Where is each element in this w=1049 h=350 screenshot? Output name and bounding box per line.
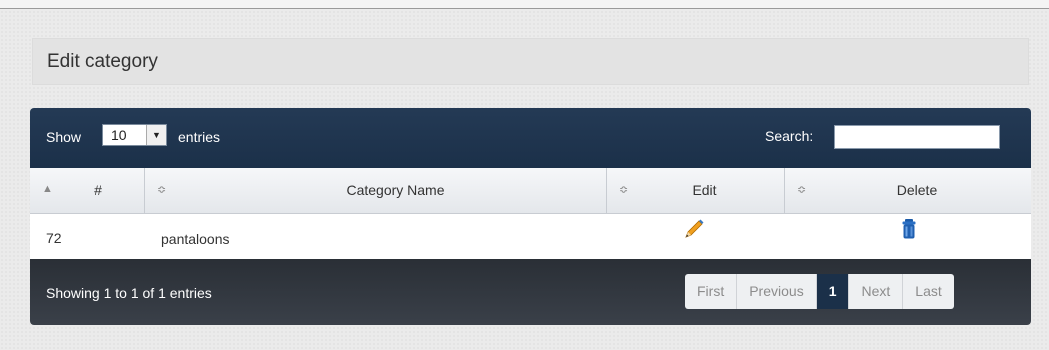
table-row: 72 pantaloons	[30, 214, 1031, 259]
entries-per-page-select[interactable]: 10 ▼	[102, 124, 167, 146]
page-header: Edit category	[32, 38, 1029, 85]
table-footer: Showing 1 to 1 of 1 entries First Previo…	[30, 259, 1031, 325]
last-page-button[interactable]: Last	[903, 274, 954, 309]
pagination: First Previous 1 Next Last	[685, 274, 954, 309]
show-label: Show	[46, 129, 82, 145]
column-header-edit-label: Edit	[692, 182, 717, 198]
column-header-id[interactable]: ▲ #	[30, 168, 145, 214]
first-page-button[interactable]: First	[685, 274, 738, 309]
table-header: ▲ # ≎ Category Name ≎ Edit ≎ Delete	[30, 168, 1031, 214]
top-border	[0, 0, 1049, 9]
page-title: Edit category	[47, 51, 158, 72]
trash-can-icon[interactable]	[901, 218, 917, 243]
entries-per-page-value: 10	[111, 127, 127, 143]
column-header-delete-label: Delete	[896, 182, 938, 198]
column-header-category-name[interactable]: ≎ Category Name	[145, 168, 607, 214]
previous-page-button[interactable]: Previous	[737, 274, 817, 309]
page-body: Edit category Show 10 ▼ entries Search: …	[0, 10, 1049, 350]
entries-label: entries	[178, 129, 221, 145]
page-1-button[interactable]: 1	[816, 274, 850, 309]
search-label: Search:	[765, 128, 814, 144]
row-category-name: pantaloons	[161, 231, 230, 247]
column-header-delete[interactable]: ≎ Delete	[785, 168, 1031, 214]
column-header-edit[interactable]: ≎ Edit	[607, 168, 785, 214]
search-input[interactable]	[834, 125, 1000, 149]
dropdown-arrow-icon[interactable]: ▼	[146, 125, 166, 145]
column-header-id-label: #	[94, 182, 102, 198]
category-table-panel: Show 10 ▼ entries Search: ▲ # ≎ Category…	[30, 108, 1031, 325]
row-id: 72	[46, 230, 62, 246]
next-page-button[interactable]: Next	[849, 274, 904, 309]
column-header-category-name-label: Category Name	[346, 182, 445, 198]
table-controls: Show 10 ▼ entries Search:	[30, 108, 1031, 168]
pencil-icon[interactable]	[683, 218, 705, 243]
table-info: Showing 1 to 1 of 1 entries	[46, 285, 212, 301]
